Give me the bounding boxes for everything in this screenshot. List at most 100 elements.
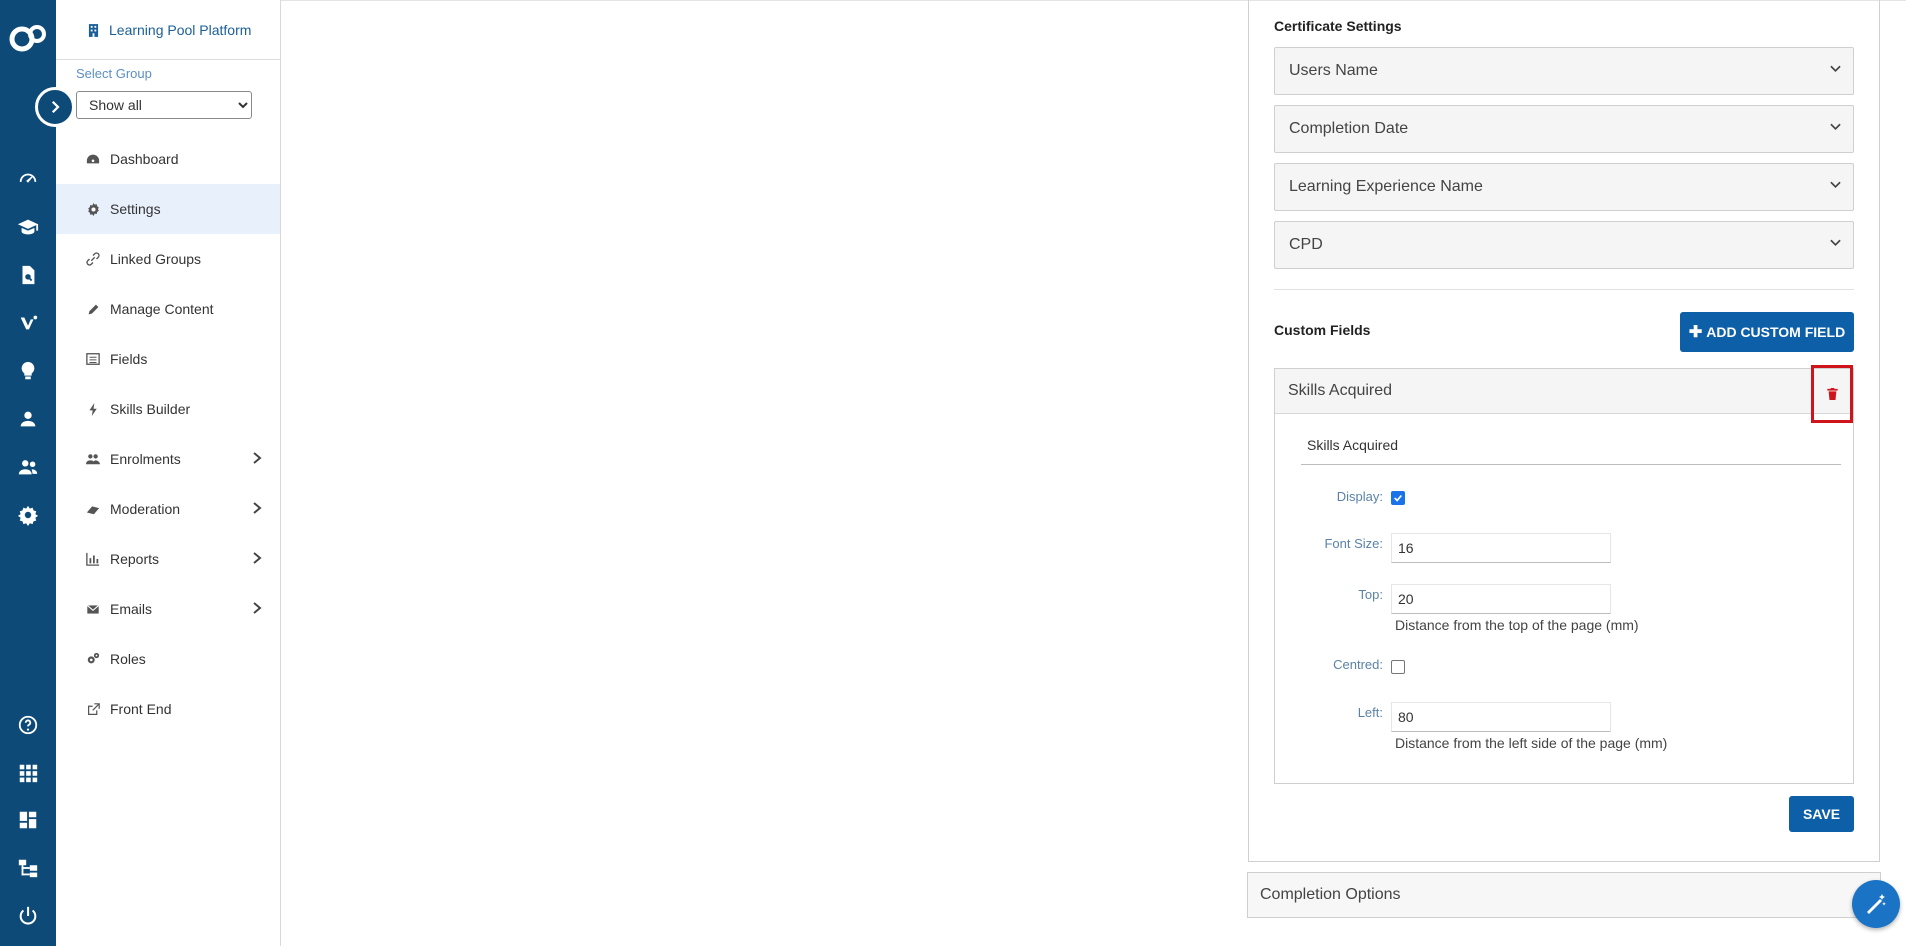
nav-item-label: Enrolments — [110, 451, 181, 467]
add-custom-field-button[interactable]: ✚ ADD CUSTOM FIELD — [1680, 312, 1854, 352]
hierarchy-icon[interactable] — [14, 854, 42, 882]
magic-wand-button[interactable] — [1852, 880, 1900, 928]
chevron-right-icon — [51, 100, 60, 114]
certificate-settings-title: Certificate Settings — [1274, 18, 1402, 34]
divider — [56, 59, 280, 60]
document-search-icon[interactable] — [14, 261, 42, 289]
nav-item-label: Roles — [110, 651, 146, 667]
nav-item-enrolments[interactable]: Enrolments — [56, 434, 280, 484]
display-label: Display: — [1336, 489, 1383, 504]
help-icon[interactable] — [14, 711, 42, 739]
envelope-icon — [86, 602, 100, 616]
completion-options-panel[interactable]: Completion Options — [1247, 872, 1881, 918]
chevron-right-icon — [253, 452, 262, 464]
centred-label: Centred: — [1333, 657, 1383, 672]
top-input[interactable] — [1391, 584, 1611, 614]
link-icon — [86, 252, 100, 266]
top-label: Top: — [1358, 587, 1383, 602]
nav-item-emails[interactable]: Emails — [56, 584, 280, 634]
expand-sidebar-button[interactable] — [35, 87, 75, 127]
font-size-input[interactable] — [1391, 533, 1611, 563]
nav-item-settings[interactable]: Settings — [56, 184, 280, 234]
magic-wand-icon — [1867, 894, 1886, 914]
group-select[interactable]: Show all — [76, 91, 252, 119]
external-link-icon — [86, 702, 100, 716]
trash-icon — [1826, 388, 1838, 400]
nav-item-label: Emails — [110, 601, 153, 617]
nav-item-label: Moderation — [110, 501, 181, 517]
nav-item-label: Reports — [110, 551, 160, 567]
dropdown-value: Completion Date — [1289, 120, 1409, 137]
chevron-down-icon — [1830, 65, 1841, 73]
top-help-text: Distance from the top of the page (mm) — [1395, 617, 1639, 633]
power-icon[interactable] — [14, 902, 42, 930]
nav-item-manage-content[interactable]: Manage Content — [56, 284, 280, 334]
app-logo-icon[interactable] — [8, 20, 48, 58]
icon-rail — [0, 0, 56, 946]
certificate-dropdown-users-name[interactable]: Users Name — [1274, 47, 1854, 95]
chevron-right-icon — [253, 552, 262, 564]
dashboard-layout-icon[interactable] — [14, 806, 42, 834]
admin-nav-panel: Learning Pool Platform Select Group Show… — [56, 0, 281, 946]
nav-item-moderation[interactable]: Moderation — [56, 484, 280, 534]
nav-item-label: Skills Builder — [110, 401, 191, 417]
graduation-cap-icon[interactable] — [14, 213, 42, 241]
chevron-right-icon — [253, 502, 262, 514]
lightbulb-icon[interactable] — [14, 357, 42, 385]
cogs-icon — [86, 652, 100, 666]
custom-field-header[interactable]: Skills Acquired — [1275, 369, 1853, 414]
settings-gear-icon[interactable] — [14, 501, 42, 529]
chevron-down-icon — [1830, 181, 1841, 189]
nav-item-reports[interactable]: Reports — [56, 534, 280, 584]
platform-link[interactable]: Learning Pool Platform — [88, 22, 251, 38]
nav-item-front-end[interactable]: Front End — [56, 684, 280, 734]
certificate-dropdown-cpd[interactable]: CPD — [1274, 221, 1854, 269]
platform-name: Learning Pool Platform — [109, 22, 252, 38]
apps-grid-icon[interactable] — [14, 759, 42, 787]
user-icon[interactable] — [14, 405, 42, 433]
custom-field-panel: Skills Acquired Display: Font Size: Top:… — [1274, 365, 1854, 784]
nav-item-label: Manage Content — [110, 301, 214, 317]
dropdown-value: Learning Experience Name — [1289, 178, 1483, 195]
delete-custom-field-button[interactable] — [1811, 365, 1853, 423]
pencil-icon — [86, 302, 100, 316]
users-icon — [86, 452, 100, 466]
centred-checkbox[interactable] — [1391, 660, 1405, 674]
nav-item-linked-groups[interactable]: Linked Groups — [56, 234, 280, 284]
nav-item-dashboard[interactable]: Dashboard — [56, 134, 280, 184]
section-divider — [1274, 289, 1854, 290]
certificate-dropdown-completion-date[interactable]: Completion Date — [1274, 105, 1854, 153]
checkmark-icon — [1394, 494, 1402, 502]
nav-item-label: Front End — [110, 701, 172, 717]
v-brand-icon[interactable] — [14, 309, 42, 337]
plus-icon: ✚ — [1688, 324, 1703, 341]
nav-item-skills-builder[interactable]: Skills Builder — [56, 384, 280, 434]
completion-options-title: Completion Options — [1260, 886, 1401, 903]
group-icon[interactable] — [14, 453, 42, 481]
select-group-label: Select Group — [76, 66, 152, 81]
chevron-right-icon — [253, 602, 262, 614]
nav-item-label: Settings — [110, 201, 161, 217]
custom-field-header-title: Skills Acquired — [1288, 382, 1393, 399]
nav-item-label: Linked Groups — [110, 251, 202, 267]
eraser-icon — [86, 502, 100, 516]
list-icon — [86, 352, 100, 366]
add-custom-field-label: ADD CUSTOM FIELD — [1706, 324, 1846, 340]
custom-fields-title: Custom Fields — [1274, 322, 1371, 338]
dropdown-value: CPD — [1289, 236, 1323, 253]
bolt-icon — [86, 402, 100, 416]
gear-icon — [86, 202, 100, 216]
left-input[interactable] — [1391, 702, 1611, 732]
nav-item-fields[interactable]: Fields — [56, 334, 280, 384]
nav-item-roles[interactable]: Roles — [56, 634, 280, 684]
display-checkbox[interactable] — [1391, 491, 1405, 505]
custom-field-name-input[interactable] — [1301, 425, 1841, 465]
dashboard-icon — [86, 152, 100, 166]
certificate-dropdown-experience-name[interactable]: Learning Experience Name — [1274, 163, 1854, 211]
save-button[interactable]: SAVE — [1789, 796, 1854, 832]
nav-item-label: Dashboard — [110, 151, 179, 167]
speedometer-icon[interactable] — [14, 166, 42, 194]
font-size-label: Font Size: — [1324, 536, 1383, 551]
building-icon — [88, 23, 99, 37]
dropdown-value: Users Name — [1289, 62, 1378, 79]
